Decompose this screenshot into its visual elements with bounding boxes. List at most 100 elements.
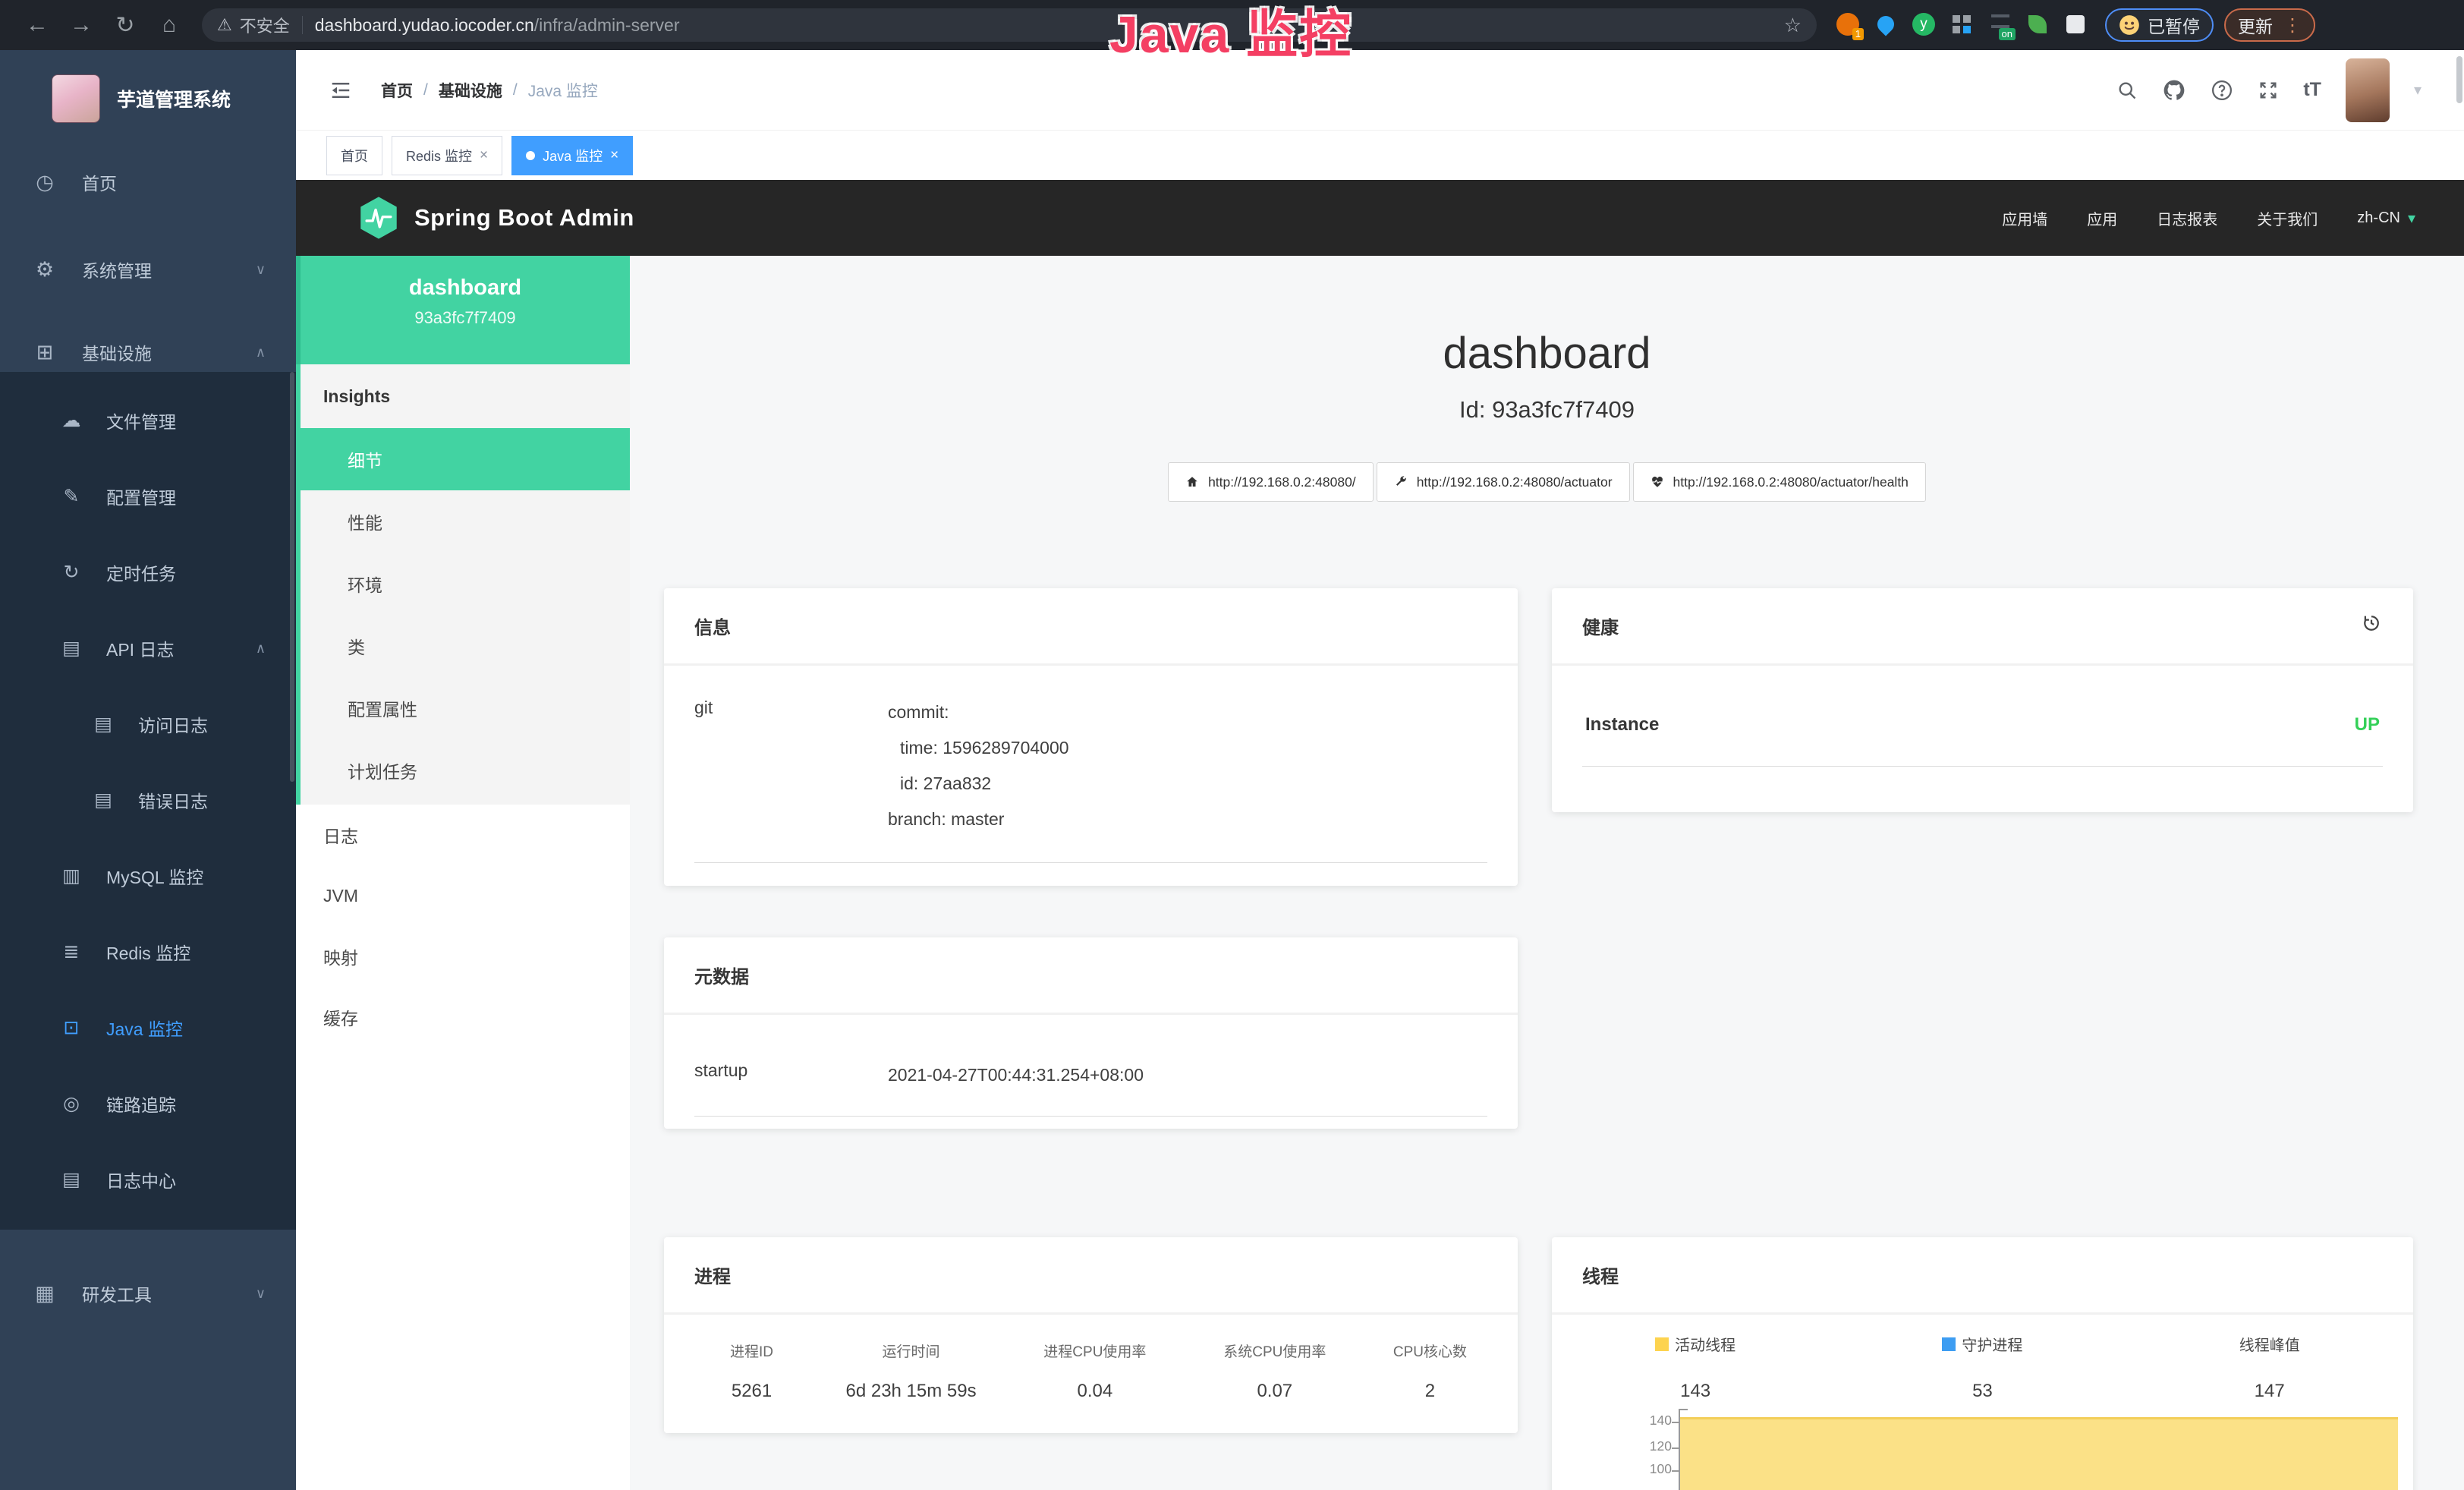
- sidebar-item-redis-monitor[interactable]: ≣ Redis 监控: [0, 914, 296, 990]
- extension-icon-green-y[interactable]: y: [1912, 13, 1937, 37]
- sba-item-logs[interactable]: 日志: [296, 805, 630, 865]
- brand[interactable]: 芋道管理系统: [0, 61, 296, 137]
- sidebar-item-log-center[interactable]: ▤ 日志中心: [0, 1142, 296, 1218]
- sba-main-content: dashboard Id: 93a3fc7f7409 http://192.16…: [630, 256, 2464, 1490]
- breadcrumb-current: Java 监控: [528, 79, 598, 102]
- sidebar-item-system[interactable]: ⚙ 系统管理 ∨: [0, 235, 296, 304]
- sidebar-item-dev-tools[interactable]: ▦ 研发工具 ∨: [0, 1258, 296, 1328]
- sba-item-metrics[interactable]: 性能: [301, 490, 630, 553]
- sidebar-item-label: API 日志: [106, 635, 174, 661]
- sidebar-item-label: 研发工具: [82, 1281, 152, 1306]
- timer-icon: ↻: [59, 561, 83, 584]
- sidebar-scrollbar[interactable]: [290, 372, 294, 782]
- profile-paused-badge[interactable]: 已暂停: [2105, 8, 2214, 42]
- extension-icon-puzzle[interactable]: [2064, 13, 2088, 37]
- sba-nav: 应用墙 应用 日志报表 关于我们 zh-CN ▾: [2002, 207, 2415, 229]
- api-log-icon: ▤: [59, 637, 83, 660]
- edit-icon: ✎: [59, 485, 83, 508]
- error-log-icon: ▤: [91, 789, 115, 811]
- wrench-icon: [1394, 475, 1408, 489]
- browser-forward-icon[interactable]: →: [59, 12, 103, 38]
- extension-icon-leaf[interactable]: [2026, 13, 2050, 37]
- sidebar-item-cron[interactable]: ↻ 定时任务: [0, 534, 296, 610]
- tab-label: 首页: [341, 146, 368, 165]
- health-url: http://192.168.0.2:48080/actuator/health: [1673, 474, 1909, 490]
- browser-reload-icon[interactable]: ↻: [103, 12, 147, 39]
- collapse-sidebar-icon[interactable]: [328, 79, 354, 102]
- page-scrollbar[interactable]: [2456, 56, 2462, 103]
- sidebar-item-files[interactable]: ☁ 文件管理: [0, 383, 296, 458]
- browser-menu-icon[interactable]: ⋮: [2283, 14, 2302, 36]
- sidebar-item-config[interactable]: ✎ 配置管理: [0, 458, 296, 534]
- sba-item-jvm[interactable]: JVM: [296, 865, 630, 926]
- sba-item-scheduled-tasks[interactable]: 计划任务: [301, 739, 630, 802]
- health-card: 健康 Instance UP: [1552, 588, 2413, 812]
- extension-icon-pin[interactable]: [1874, 13, 1899, 37]
- sidebar-item-label: 错误日志: [138, 787, 208, 813]
- omnibox[interactable]: ⚠ 不安全 dashboard.yudao.iocoder.cn /infra/…: [202, 8, 1817, 42]
- sba-brand[interactable]: Spring Boot Admin: [358, 196, 634, 240]
- tags-view-bar: 首页 Redis 监控 × Java 监控 ×: [296, 131, 2464, 180]
- sidebar-item-label: 链路追踪: [106, 1091, 176, 1117]
- git-branch-line: branch: master: [888, 802, 1069, 837]
- toolbox-icon: ▦: [32, 1282, 58, 1306]
- actuator-url-button[interactable]: http://192.168.0.2:48080/actuator: [1377, 462, 1630, 502]
- sidebar-item-error-log[interactable]: ▤ 错误日志: [0, 762, 296, 838]
- browser-home-icon[interactable]: ⌂: [147, 12, 191, 38]
- sba-nav-wallboard[interactable]: 应用墙: [2002, 207, 2047, 229]
- browser-back-icon[interactable]: ←: [15, 12, 59, 38]
- bookmark-star-icon[interactable]: ☆: [1784, 14, 1802, 37]
- font-size-icon[interactable]: tT: [2303, 79, 2321, 101]
- tab-home[interactable]: 首页: [326, 136, 382, 175]
- info-value: commit: time: 1596289704000 id: 27aa832 …: [888, 695, 1069, 838]
- help-icon[interactable]: [2211, 79, 2233, 102]
- sidebar-item-label: 配置管理: [106, 484, 176, 509]
- sidebar-item-api-log[interactable]: ▤ API 日志 ∧: [0, 610, 296, 686]
- sba-item-environment[interactable]: 环境: [301, 553, 630, 615]
- sidebar-item-access-log[interactable]: ▤ 访问日志: [0, 686, 296, 762]
- search-icon[interactable]: [2116, 80, 2138, 101]
- extension-icon-on-badge[interactable]: on: [1988, 13, 2012, 37]
- fullscreen-icon[interactable]: [2258, 80, 2279, 101]
- tab-redis-monitor[interactable]: Redis 监控 ×: [392, 136, 502, 175]
- security-warning-icon[interactable]: ⚠: [217, 15, 232, 35]
- sidebar-item-java-monitor[interactable]: ⊡ Java 监控: [0, 990, 296, 1066]
- sba-brand-title: Spring Boot Admin: [414, 204, 634, 232]
- sba-nav-journal[interactable]: 日志报表: [2157, 207, 2217, 229]
- url-path: /infra/admin-server: [534, 15, 680, 36]
- sba-item-mappings[interactable]: 映射: [296, 926, 630, 987]
- sba-item-details[interactable]: 细节: [301, 428, 630, 490]
- sidebar-item-mysql-monitor[interactable]: ▥ MySQL 监控: [0, 838, 296, 914]
- sidebar-item-trace[interactable]: ◎ 链路追踪: [0, 1066, 296, 1142]
- caret-down-icon[interactable]: ▾: [2414, 80, 2422, 99]
- page-subtitle: Id: 93a3fc7f7409: [630, 396, 2464, 424]
- sba-item-config-props[interactable]: 配置属性: [301, 677, 630, 739]
- screen-icon: ⊡: [59, 1016, 83, 1039]
- sba-nav-about[interactable]: 关于我们: [2257, 207, 2318, 229]
- extension-icon-grid[interactable]: [1950, 13, 1975, 37]
- sba-item-classes[interactable]: 类: [301, 615, 630, 677]
- sidebar-item-label: 文件管理: [106, 408, 176, 433]
- health-url-button[interactable]: http://192.168.0.2:48080/actuator/health: [1633, 462, 1926, 502]
- extension-icon-orange[interactable]: 1: [1836, 13, 1861, 37]
- avatar[interactable]: [2346, 58, 2390, 122]
- actuator-url: http://192.168.0.2:48080/actuator: [1417, 474, 1613, 490]
- tab-java-monitor[interactable]: Java 监控 ×: [511, 136, 633, 175]
- breadcrumb-home[interactable]: 首页: [381, 79, 413, 102]
- sba-nav-applications[interactable]: 应用: [2087, 207, 2117, 229]
- metadata-value: 2021-04-27T00:44:31.254+08:00: [888, 1057, 1144, 1093]
- sba-language-select[interactable]: zh-CN ▾: [2357, 209, 2415, 228]
- service-url-button[interactable]: http://192.168.0.2:48080/: [1168, 462, 1374, 502]
- browser-update-button[interactable]: 更新 ⋮: [2224, 8, 2315, 42]
- caret-down-icon: ▾: [2408, 209, 2415, 228]
- update-label: 更新: [2238, 12, 2273, 38]
- github-icon[interactable]: [2162, 78, 2186, 102]
- breadcrumb-infra[interactable]: 基础设施: [439, 79, 502, 102]
- sba-item-caches[interactable]: 缓存: [296, 987, 630, 1047]
- y-tick-label: 140: [1605, 1413, 1672, 1429]
- history-icon[interactable]: [2360, 612, 2383, 635]
- sidebar-item-home[interactable]: ◷ 首页: [0, 147, 296, 217]
- sba-app-block[interactable]: dashboard 93a3fc7f7409: [296, 256, 630, 364]
- close-icon[interactable]: ×: [480, 147, 488, 164]
- close-icon[interactable]: ×: [610, 147, 618, 164]
